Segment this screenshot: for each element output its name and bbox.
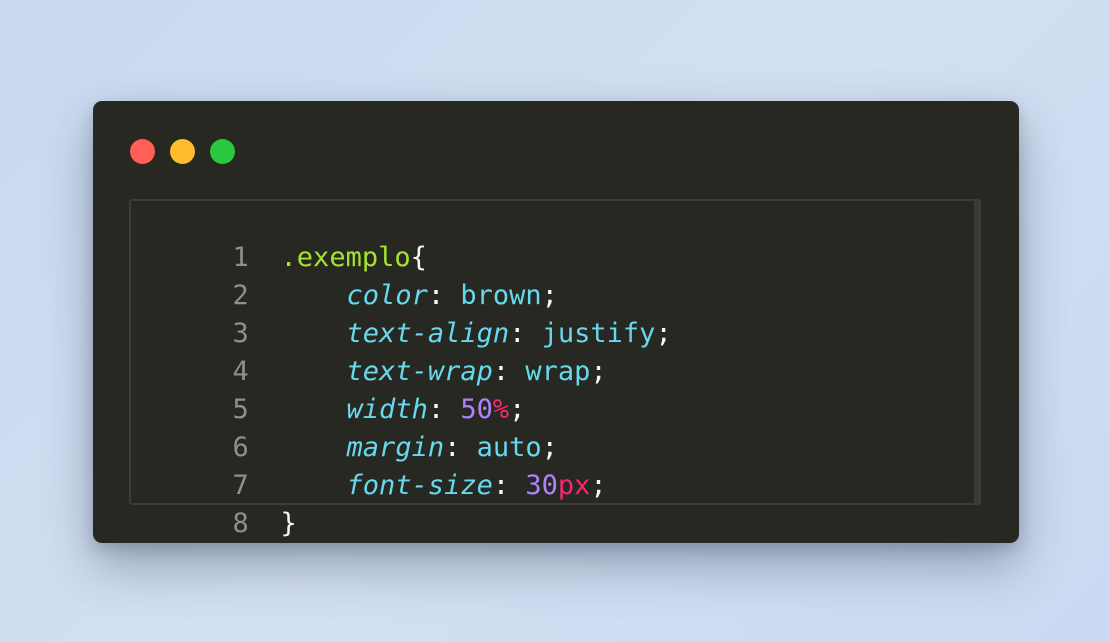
code-line-5: 5 width: 50%; (131, 353, 526, 425)
line-number: 8 (232, 508, 249, 539)
code-line-8: 8} (131, 467, 297, 539)
colon: : (492, 470, 510, 501)
semicolon: ; (590, 470, 607, 501)
code-window: 1 .exemplo{ 2 color: brown; 3 text-align: j… (93, 101, 1019, 543)
code-line-7: 7 font-size: 30px; (131, 429, 607, 501)
code-line-6: 6 margin: auto; (131, 391, 558, 463)
close-brace: } (280, 508, 297, 539)
semicolon: ; (655, 318, 672, 349)
code-line-3: 3 text-align: justify; (131, 277, 672, 349)
close-window-button[interactable] (130, 139, 155, 164)
css-value: wrap (525, 356, 591, 387)
minimize-window-button[interactable] (170, 139, 195, 164)
code-line-4: 4 text-wrap: wrap; (131, 315, 607, 387)
css-unit: px (557, 470, 591, 501)
semicolon: ; (590, 356, 607, 387)
css-number: 30 (525, 470, 558, 501)
css-property: font-size (346, 470, 493, 501)
code-line-1: 1 .exemplo{ (131, 201, 427, 273)
code-line-2: 2 color: brown; (131, 239, 558, 311)
maximize-window-button[interactable] (210, 139, 235, 164)
code-editor[interactable]: 1 .exemplo{ 2 color: brown; 3 text-align: j… (129, 199, 981, 539)
